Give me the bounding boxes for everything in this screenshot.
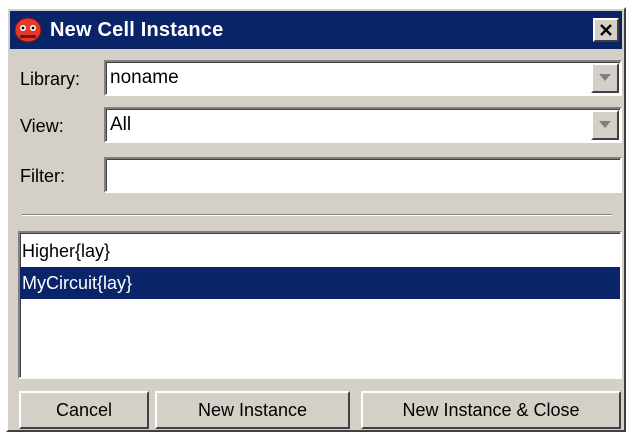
new-cell-instance-dialog: New Cell Instance Library: noname View: … xyxy=(6,7,626,432)
close-icon xyxy=(600,24,612,36)
separator xyxy=(22,214,612,216)
title-bar[interactable]: New Cell Instance xyxy=(10,11,622,49)
library-combo[interactable]: noname xyxy=(104,60,622,96)
library-dropdown-button[interactable] xyxy=(591,63,619,93)
filter-label: Filter: xyxy=(20,166,65,186)
chevron-down-icon xyxy=(599,74,611,81)
filter-input[interactable] xyxy=(104,157,622,193)
view-combo[interactable]: All xyxy=(104,107,622,143)
cancel-button[interactable]: Cancel xyxy=(19,391,149,429)
list-item-selected[interactable]: MyCircuit{lay} xyxy=(20,267,620,299)
cell-list[interactable]: Higher{lay} MyCircuit{lay} xyxy=(18,231,622,379)
close-button[interactable] xyxy=(593,18,619,42)
electric-app-icon xyxy=(14,17,42,43)
chevron-down-icon xyxy=(599,121,611,128)
window-title: New Cell Instance xyxy=(50,19,224,41)
new-instance-button[interactable]: New Instance xyxy=(155,391,350,429)
view-value: All xyxy=(110,114,132,135)
list-item[interactable]: Higher{lay} xyxy=(20,235,620,267)
library-value: noname xyxy=(110,67,179,88)
library-label: Library: xyxy=(20,69,81,89)
view-label: View: xyxy=(20,116,64,136)
view-dropdown-button[interactable] xyxy=(591,110,619,140)
new-instance-close-button[interactable]: New Instance & Close xyxy=(361,391,621,429)
